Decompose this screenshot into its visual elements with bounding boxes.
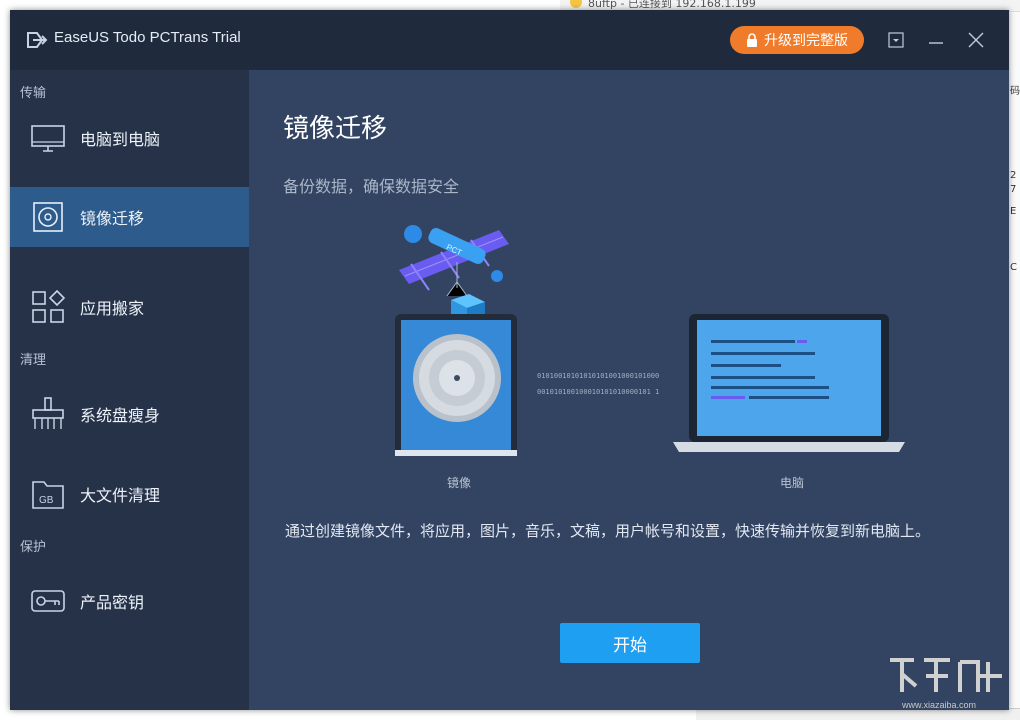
upgrade-button[interactable]: 升级到完整版 [730, 26, 864, 54]
sidebar-item-image-migration[interactable]: 镜像迁移 [10, 187, 249, 247]
close-button[interactable] [964, 28, 988, 52]
section-label-cleanup: 清理 [20, 349, 46, 368]
image-caption: 镜像 [447, 474, 471, 491]
watermark-text: www.xiazaiba.com [902, 700, 976, 710]
dropdown-icon [887, 31, 905, 49]
page-subtitle: 备份数据，确保数据安全 [283, 173, 459, 197]
sidebar-item-label: 镜像迁移 [80, 205, 144, 229]
key-icon [30, 583, 66, 619]
main-panel: 镜像迁移 备份数据，确保数据安全 PCT [249, 70, 1009, 710]
bg-char: E [1010, 206, 1016, 217]
gb-folder-icon: GB [30, 476, 66, 512]
dropdown-button[interactable] [884, 28, 908, 52]
start-button[interactable]: 开始 [560, 623, 700, 663]
watermark-logo-icon [880, 652, 1010, 700]
sidebar-item-system-slim[interactable]: 系统盘瘦身 [10, 384, 249, 444]
pc-caption: 电脑 [780, 474, 804, 491]
page-title: 镜像迁移 [283, 108, 387, 145]
easeus-logo-icon [26, 30, 48, 50]
app-window: EaseUS Todo PCTrans Trial 升级到完整版 [10, 10, 1009, 710]
sidebar: 传输 电脑到电脑 镜像迁移 应用搬家 [10, 70, 249, 710]
brush-icon [30, 396, 66, 432]
apps-grid-icon [30, 289, 66, 325]
minimize-icon [927, 31, 945, 49]
laptop-illustration [673, 314, 905, 452]
bg-char: 2 [1010, 170, 1016, 181]
title-bar: EaseUS Todo PCTrans Trial 升级到完整版 [10, 10, 1009, 70]
lock-icon [746, 33, 758, 47]
watermark: www.xiazaiba.com [880, 652, 1010, 714]
sidebar-item-large-file-cleanup[interactable]: GB 大文件清理 [10, 464, 249, 524]
upgrade-label: 升级到完整版 [764, 30, 848, 50]
sidebar-item-product-key[interactable]: 产品密钥 [10, 571, 249, 631]
section-label-transfer: 传输 [20, 82, 46, 101]
binary-stream-line: 001010100100010101010000101 1 [537, 388, 659, 396]
sidebar-item-label: 应用搬家 [80, 295, 144, 319]
bg-char: 码 [1010, 82, 1020, 97]
sidebar-item-label: 系统盘瘦身 [80, 402, 160, 426]
svg-text:GB: GB [39, 495, 54, 506]
sidebar-item-label: 产品密钥 [80, 589, 144, 613]
sidebar-item-app-migration[interactable]: 应用搬家 [10, 277, 249, 337]
sidebar-item-label: 电脑到电脑 [80, 126, 160, 150]
image-device-illustration [395, 314, 517, 456]
disc-icon [30, 199, 66, 235]
app-smiley-icon [570, 0, 582, 8]
monitor-icon [30, 120, 66, 156]
minimize-button[interactable] [924, 28, 948, 52]
feature-description: 通过创建镜像文件，将应用，图片，音乐，文稿，用户帐号和设置，快速传输并恢复到新电… [285, 520, 930, 541]
close-icon [967, 31, 985, 49]
bg-char: 7 [1010, 184, 1016, 195]
sidebar-item-pc-to-pc[interactable]: 电脑到电脑 [10, 108, 249, 168]
sidebar-item-label: 大文件清理 [80, 482, 160, 506]
section-label-protection: 保护 [20, 536, 46, 555]
app-title: EaseUS Todo PCTrans Trial [54, 29, 241, 46]
background-window-edge: 码 2 7 E C [1008, 12, 1020, 720]
migration-illustration: PCT 01010010101010101001000101000 00 [369, 210, 929, 500]
binary-stream-line: 01010010101010101001000101000 [537, 372, 659, 380]
bg-char: C [1010, 262, 1017, 273]
